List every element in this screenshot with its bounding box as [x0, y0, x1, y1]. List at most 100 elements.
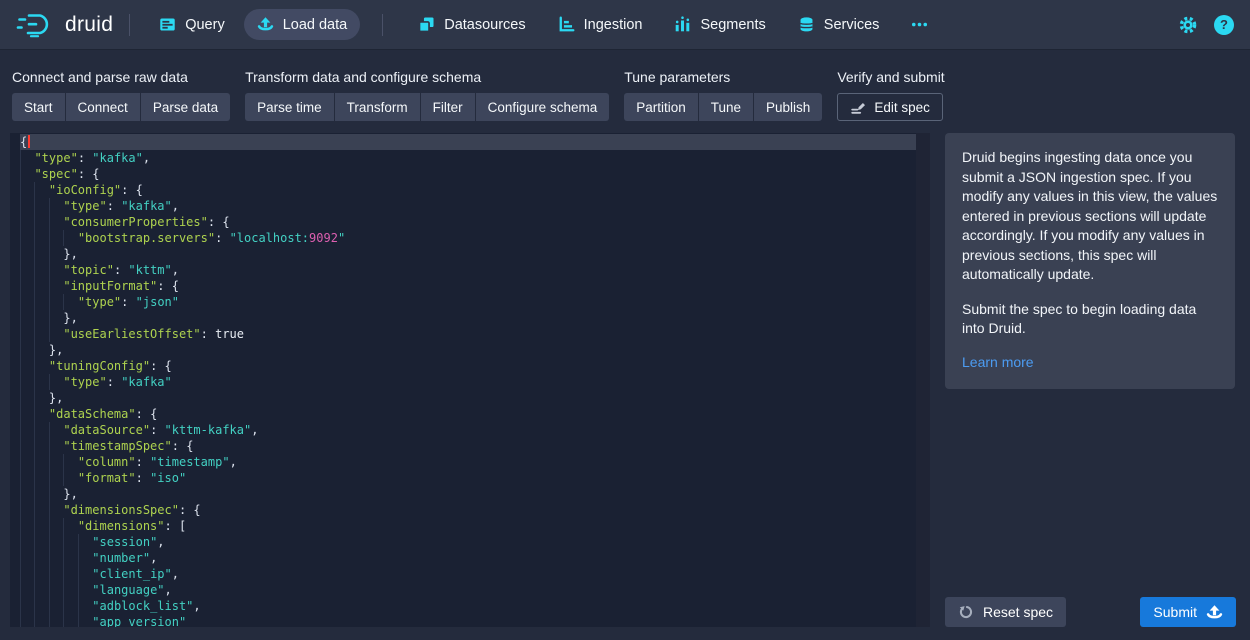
indent-guide	[63, 534, 77, 550]
settings-gear-icon[interactable]	[1178, 15, 1198, 35]
reset-spec-button[interactable]: Reset spec	[945, 597, 1066, 627]
code-token: "	[338, 231, 345, 245]
submit-button[interactable]: Submit	[1140, 597, 1236, 627]
indent-guide	[20, 454, 34, 470]
navbar-divider	[382, 14, 383, 36]
step-button-start[interactable]: Start	[12, 93, 65, 121]
code-line: "language",	[20, 582, 916, 598]
indent-guide	[34, 566, 48, 582]
indent-guide	[78, 534, 92, 550]
indent-guide	[78, 582, 92, 598]
code-line: "number",	[20, 550, 916, 566]
indent-guide	[49, 438, 63, 454]
code-token	[143, 455, 150, 469]
indent-guide	[49, 262, 63, 278]
code-token: "session"	[92, 535, 157, 549]
step-group: Tune parametersPartitionTunePublish	[624, 69, 822, 121]
nav-item-label: Query	[185, 17, 225, 33]
step-button-parse-data[interactable]: Parse data	[141, 93, 230, 121]
nav-item-query[interactable]: Query	[146, 9, 238, 40]
code-token: ,	[165, 583, 172, 597]
step-button-filter[interactable]: Filter	[421, 93, 475, 121]
nav-item-more[interactable]	[898, 9, 941, 40]
indent-guide	[20, 438, 34, 454]
code-token	[128, 295, 135, 309]
code-token: true	[215, 327, 244, 341]
help-icon[interactable]: ?	[1214, 15, 1234, 35]
code-area[interactable]: { "type": "kafka", "spec": { "ioConfig":…	[10, 133, 916, 627]
code-line: "bootstrap.servers": "localhost:9092"	[20, 230, 916, 246]
editor-scrollbar[interactable]	[916, 133, 930, 627]
indent-guide	[63, 550, 77, 566]
code-token: "consumerProperties"	[63, 215, 208, 229]
nav-item-services[interactable]: Services	[785, 9, 893, 40]
code-line: "inputFormat": {	[20, 278, 916, 294]
indent-guide	[34, 262, 48, 278]
spec-editor[interactable]: { "type": "kafka", "spec": { "ioConfig":…	[10, 133, 930, 627]
indent-guide	[49, 214, 63, 230]
code-token: "client_ip"	[92, 567, 171, 581]
query-icon	[159, 16, 176, 33]
code-token: ,	[172, 567, 179, 581]
code-token: :	[78, 167, 85, 181]
step-group-title: Transform data and configure schema	[245, 69, 609, 85]
step-button-partition[interactable]: Partition	[624, 93, 698, 121]
step-group: Transform data and configure schema Parse…	[245, 69, 609, 121]
segments-icon	[674, 16, 691, 33]
code-token: {	[143, 407, 157, 421]
load-data-icon	[257, 16, 274, 33]
step-button-configure-schema[interactable]: Configure schema	[476, 93, 610, 121]
info-paragraph: Submit the spec to begin loading data in…	[962, 300, 1218, 339]
code-token: "format"	[78, 471, 136, 485]
code-line: "topic": "kttm",	[20, 262, 916, 278]
nav-item-load-data[interactable]: Load data	[244, 9, 361, 40]
submit-upload-icon	[1206, 604, 1223, 621]
indent-guide	[34, 406, 48, 422]
code-token: "dataSchema"	[49, 407, 136, 421]
code-token: "timestampSpec"	[63, 439, 171, 453]
code-line: "timestampSpec": {	[20, 438, 916, 454]
indent-guide	[49, 566, 63, 582]
druid-logo[interactable]: druid	[16, 11, 113, 38]
code-line: {	[20, 134, 926, 150]
code-line: "type": "kafka",	[20, 150, 916, 166]
step-button-label: Edit spec	[874, 100, 930, 115]
step-button-connect[interactable]: Connect	[66, 93, 140, 121]
indent-guide	[34, 454, 48, 470]
action-bar: Reset spec Submit	[945, 597, 1236, 627]
indent-guide	[34, 614, 48, 627]
learn-more-link[interactable]: Learn more	[962, 354, 1034, 370]
step-button-publish[interactable]: Publish	[754, 93, 822, 121]
nav-item-segments[interactable]: Segments	[661, 9, 778, 40]
code-token: },	[63, 311, 77, 325]
step-button-parse-time[interactable]: Parse time	[245, 93, 334, 121]
indent-guide	[20, 422, 34, 438]
code-token: },	[63, 487, 77, 501]
nav-item-ingestion[interactable]: Ingestion	[545, 9, 656, 40]
indent-guide	[49, 486, 63, 502]
code-token: :	[165, 519, 172, 533]
code-token: {	[215, 215, 229, 229]
indent-guide	[20, 310, 34, 326]
indent-guide	[49, 310, 63, 326]
step-button-transform[interactable]: Transform	[335, 93, 420, 121]
indent-guide	[20, 182, 34, 198]
step-button-label: Filter	[433, 100, 463, 115]
indent-guide	[20, 278, 34, 294]
druid-logo-icon	[16, 11, 56, 38]
indent-guide	[20, 358, 34, 374]
indent-guide	[49, 374, 63, 390]
indent-guide	[34, 326, 48, 342]
indent-guide	[20, 614, 34, 627]
code-token: "kttm"	[128, 263, 171, 277]
nav-item-datasources[interactable]: Datasources	[405, 9, 538, 40]
nav-item-label: Segments	[700, 17, 765, 33]
indent-guide	[49, 294, 63, 310]
code-token: "type"	[34, 151, 77, 165]
step-button-edit-spec[interactable]: Edit spec	[837, 93, 943, 121]
step-button-tune[interactable]: Tune	[699, 93, 753, 121]
nav-item-label: Load data	[283, 17, 348, 33]
indent-guide	[20, 470, 34, 486]
datasources-icon	[418, 16, 435, 33]
code-token: "inputFormat"	[63, 279, 157, 293]
